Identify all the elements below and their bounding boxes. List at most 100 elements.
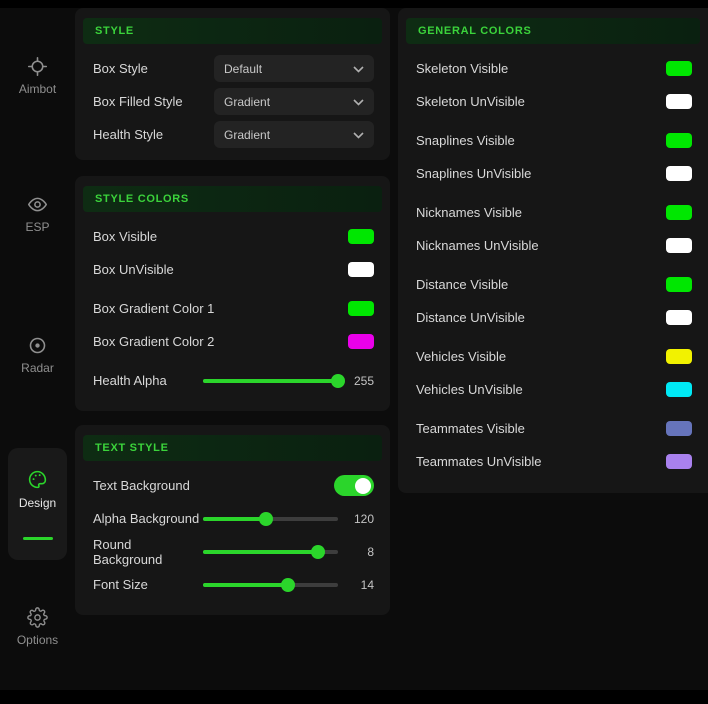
box-style-dropdown[interactable]: Default <box>214 55 374 82</box>
setting-label: Box UnVisible <box>93 262 174 277</box>
color-swatch[interactable] <box>666 382 692 397</box>
slider-fill <box>203 517 266 521</box>
color-swatch[interactable] <box>666 61 692 76</box>
setting-label: Teammates UnVisible <box>416 454 541 469</box>
text-style-panel: TEXT STYLE Text Background Alpha Backgro… <box>75 425 390 615</box>
gear-icon <box>27 606 49 628</box>
slider-thumb[interactable] <box>281 578 295 592</box>
setting-label: Skeleton UnVisible <box>416 94 525 109</box>
color-row: Box Gradient Color 2 <box>83 325 382 358</box>
setting-label: Vehicles UnVisible <box>416 382 523 397</box>
color-swatch[interactable] <box>666 166 692 181</box>
health-style-dropdown[interactable]: Gradient <box>214 121 374 148</box>
color-row: Teammates Visible <box>406 412 700 445</box>
color-row: Box Gradient Color 1 <box>83 292 382 325</box>
color-swatch[interactable] <box>666 421 692 436</box>
sidebar-item-design[interactable]: Design <box>8 448 67 560</box>
setting-label: Box Filled Style <box>93 94 183 109</box>
slider-value: 255 <box>346 374 374 388</box>
setting-label: Teammates Visible <box>416 421 525 436</box>
dropdown-value: Gradient <box>224 95 270 109</box>
radar-icon <box>27 334 49 356</box>
crosshair-icon <box>27 55 49 77</box>
color-swatch[interactable] <box>348 334 374 349</box>
chevron-down-icon <box>353 126 364 144</box>
round-background-slider[interactable] <box>203 545 338 559</box>
color-row: Teammates UnVisible <box>406 445 700 478</box>
slider-value: 8 <box>346 545 374 559</box>
sidebar-item-label: Radar <box>21 361 54 375</box>
color-swatch[interactable] <box>666 133 692 148</box>
color-swatch[interactable] <box>666 277 692 292</box>
panel-title: GENERAL COLORS <box>406 18 700 44</box>
color-swatch[interactable] <box>348 229 374 244</box>
color-row: Nicknames Visible <box>406 196 700 229</box>
sidebar-item-label: Options <box>17 633 58 647</box>
eye-icon <box>27 193 49 215</box>
health-alpha-slider[interactable] <box>203 374 338 388</box>
slider-thumb[interactable] <box>259 512 273 526</box>
setting-label: Round Background <box>93 537 203 567</box>
setting-label: Font Size <box>93 577 148 592</box>
sidebar-item-radar[interactable]: Radar <box>0 334 75 375</box>
sidebar-item-label: ESP <box>25 220 49 234</box>
slider-thumb[interactable] <box>311 545 325 559</box>
alpha-background-slider[interactable] <box>203 512 338 526</box>
panel-title: STYLE <box>83 18 382 44</box>
color-row: Skeleton Visible <box>406 52 700 85</box>
panel-title: TEXT STYLE <box>83 435 382 461</box>
slider-row: Health Alpha 255 <box>83 364 382 397</box>
dropdown-value: Gradient <box>224 128 270 142</box>
setting-label: Alpha Background <box>93 511 199 526</box>
font-size-slider[interactable] <box>203 578 338 592</box>
color-row: Nicknames UnVisible <box>406 229 700 262</box>
color-row: Vehicles Visible <box>406 340 700 373</box>
color-row: Distance Visible <box>406 268 700 301</box>
setting-label: Box Style <box>93 61 148 76</box>
setting-label: Text Background <box>93 478 190 493</box>
sidebar-item-esp[interactable]: ESP <box>0 193 75 234</box>
sidebar-item-options[interactable]: Options <box>0 606 75 647</box>
color-swatch[interactable] <box>666 454 692 469</box>
slider-row: Alpha Background 120 <box>83 502 382 535</box>
sidebar-item-aimbot[interactable]: Aimbot <box>0 55 75 96</box>
setting-label: Distance UnVisible <box>416 310 525 325</box>
color-row: Skeleton UnVisible <box>406 85 700 118</box>
setting-label: Nicknames UnVisible <box>416 238 539 253</box>
setting-label: Vehicles Visible <box>416 349 506 364</box>
app-window: Aimbot ESP Radar <box>0 0 708 704</box>
slider-fill <box>203 550 318 554</box>
text-background-toggle[interactable] <box>334 475 374 496</box>
general-colors-panel: GENERAL COLORS Skeleton Visible Skeleton… <box>398 8 708 493</box>
setting-label: Nicknames Visible <box>416 205 522 220</box>
slider-value: 14 <box>346 578 374 592</box>
box-filled-style-dropdown[interactable]: Gradient <box>214 88 374 115</box>
slider-fill <box>203 583 288 587</box>
setting-label: Skeleton Visible <box>416 61 508 76</box>
color-row: Snaplines Visible <box>406 124 700 157</box>
slider-thumb[interactable] <box>331 374 345 388</box>
chevron-down-icon <box>353 93 364 111</box>
color-swatch[interactable] <box>348 301 374 316</box>
setting-row: Box Filled Style Gradient <box>83 85 382 118</box>
chevron-down-icon <box>353 60 364 78</box>
setting-label: Health Alpha <box>93 373 167 388</box>
dropdown-value: Default <box>224 62 262 76</box>
active-tab-indicator <box>23 537 53 540</box>
color-swatch[interactable] <box>666 349 692 364</box>
slider-row: Round Background 8 <box>83 535 382 568</box>
color-row: Snaplines UnVisible <box>406 157 700 190</box>
color-swatch[interactable] <box>348 262 374 277</box>
color-swatch[interactable] <box>666 310 692 325</box>
color-swatch[interactable] <box>666 94 692 109</box>
style-colors-panel: STYLE COLORS Box Visible Box UnVisible B… <box>75 176 390 411</box>
color-swatch[interactable] <box>666 238 692 253</box>
style-panel: STYLE Box Style Default Box Filled Style… <box>75 8 390 160</box>
color-row: Vehicles UnVisible <box>406 373 700 406</box>
color-swatch[interactable] <box>666 205 692 220</box>
slider-fill <box>203 379 338 383</box>
sidebar-item-label: Aimbot <box>19 82 56 96</box>
color-row: Box UnVisible <box>83 253 382 286</box>
setting-label: Health Style <box>93 127 163 142</box>
setting-label: Snaplines Visible <box>416 133 515 148</box>
